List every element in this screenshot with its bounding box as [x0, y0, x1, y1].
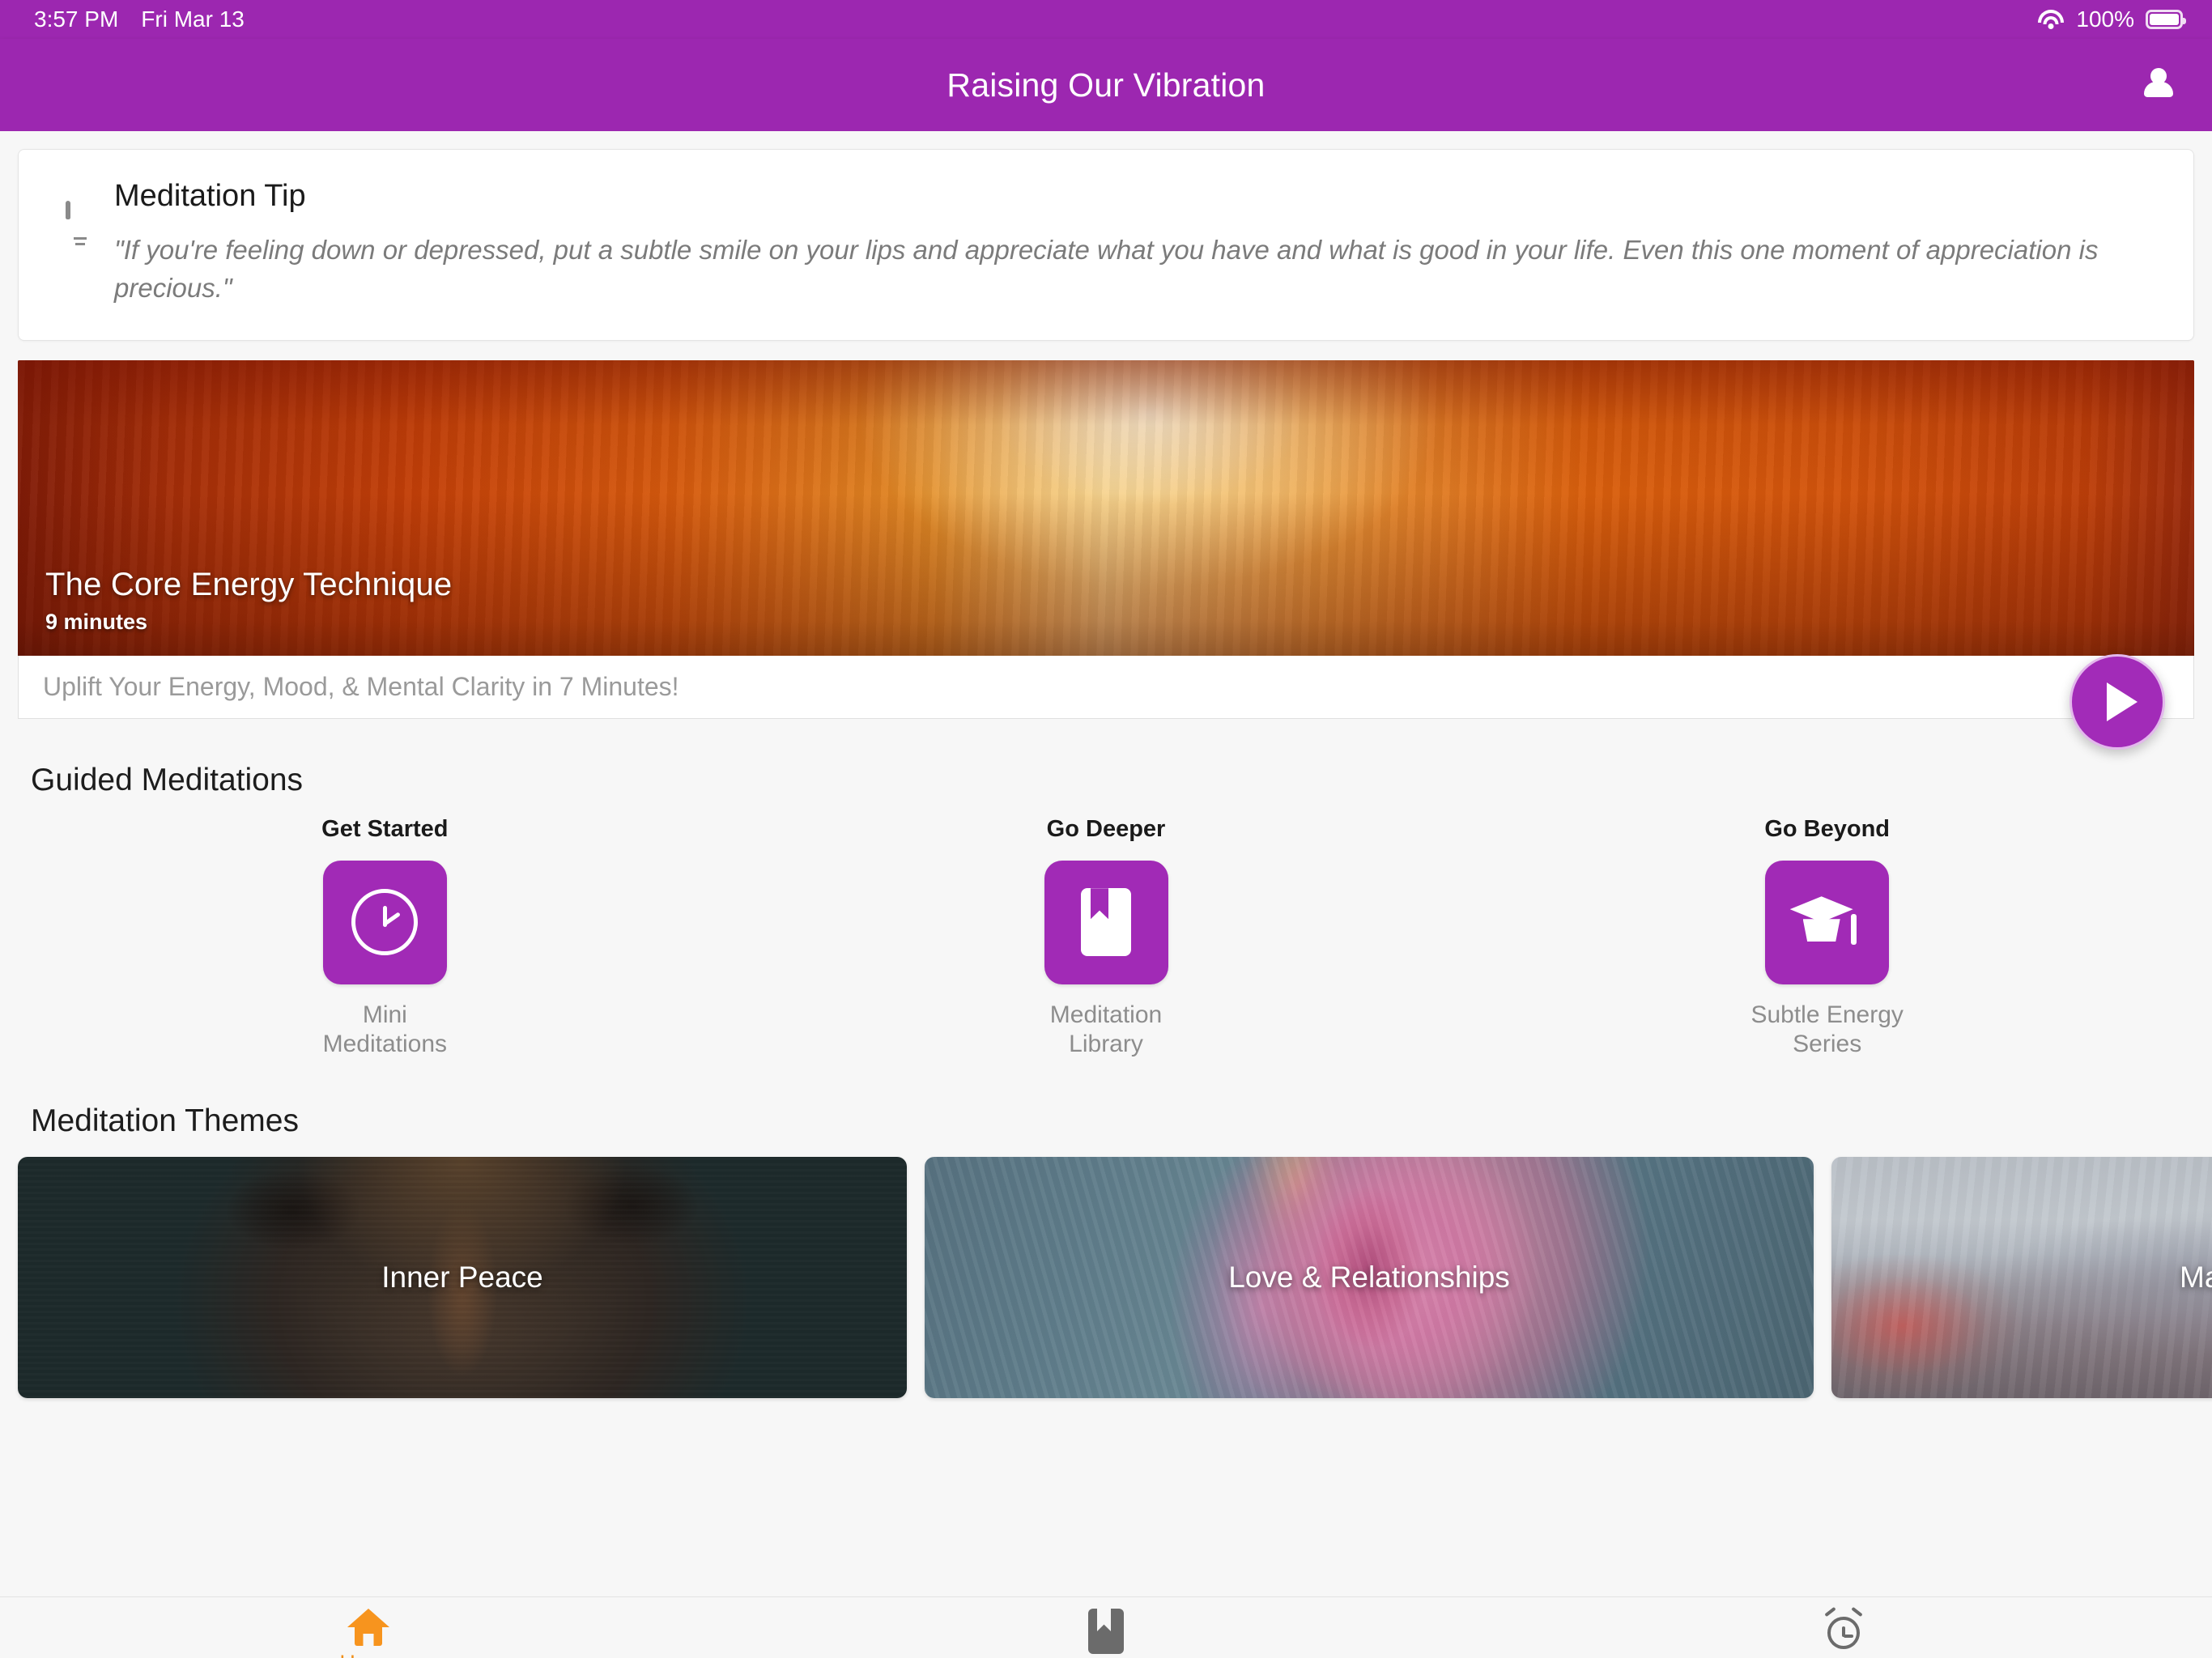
- category-tile[interactable]: [322, 860, 447, 984]
- meditation-tip-card[interactable]: Meditation Tip "If you're feeling down o…: [18, 149, 2194, 341]
- guided-meditations-heading: Guided Meditations: [31, 762, 304, 797]
- featured-duration: 9 minutes: [45, 609, 148, 634]
- status-bar-left: 3:57 PM Fri Mar 13: [34, 6, 245, 32]
- tip-quote: "If you're feeling down or depressed, pu…: [114, 235, 2099, 303]
- profile-button[interactable]: [2133, 59, 2184, 111]
- book-bookmark-icon: [1088, 1609, 1124, 1654]
- status-time: 3:57 PM: [34, 6, 119, 32]
- theme-card[interactable]: Ma: [1831, 1156, 2212, 1398]
- category-kicker: Go Beyond: [1764, 815, 1891, 842]
- category-kicker: Get Started: [321, 815, 449, 842]
- theme-label: Ma: [2180, 1260, 2212, 1294]
- theme-label: Inner Peace: [381, 1260, 543, 1294]
- home-icon: [347, 1609, 390, 1646]
- alarm-clock-icon: [1822, 1606, 1865, 1652]
- theme-label: Love & Relationships: [1228, 1260, 1510, 1294]
- clock-icon: [351, 889, 419, 956]
- category-kicker: Go Deeper: [1046, 815, 1166, 842]
- lightbulb-icon: [51, 179, 109, 308]
- category-label: Mini Meditations: [322, 1001, 448, 1058]
- category-mini-meditations[interactable]: Get Started Mini Meditations: [24, 816, 746, 1060]
- play-icon: [2106, 682, 2138, 721]
- tip-title: Meditation Tip: [114, 179, 306, 213]
- person-icon: [2141, 67, 2176, 103]
- category-label: Meditation Library: [1049, 1001, 1163, 1058]
- category-label: Subtle Energy Series: [1750, 1001, 1904, 1058]
- guided-meditations-row: Get Started Mini Meditations Go Deeper Me…: [0, 816, 2212, 1060]
- category-tile[interactable]: [1765, 860, 1890, 984]
- page-title: Raising Our Vibration: [946, 66, 1266, 104]
- meditation-themes-heading: Meditation Themes: [31, 1103, 299, 1138]
- app-bar: Raising Our Vibration: [0, 39, 2212, 131]
- meditation-themes-carousel[interactable]: Inner Peace Love & Relationships Ma: [0, 1156, 2212, 1398]
- featured-meditation-image: The Core Energy Technique 9 minutes: [18, 359, 2194, 656]
- status-date: Fri Mar 13: [141, 6, 245, 32]
- book-bookmark-icon: [1081, 888, 1131, 957]
- play-button[interactable]: [2069, 653, 2165, 750]
- category-subtle-energy-series[interactable]: Go Beyond Subtle Energy Series: [1466, 816, 2188, 1060]
- nav-tab-home[interactable]: Home: [0, 1609, 738, 1658]
- nav-tab-breathe[interactable]: Breathe: [1474, 1606, 2212, 1658]
- nav-tab-label: Home: [339, 1651, 398, 1658]
- main-scroll-area[interactable]: Meditation Tip "If you're feeling down o…: [0, 131, 2212, 1596]
- bottom-navigation: Home Library Breathe: [0, 1596, 2212, 1658]
- theme-card[interactable]: Inner Peace: [18, 1156, 907, 1398]
- featured-meditation-text: The Core Energy Technique 9 minutes: [45, 567, 452, 635]
- battery-full-icon: [2146, 10, 2186, 29]
- featured-caption: Uplift Your Energy, Mood, & Mental Clari…: [18, 655, 2194, 719]
- battery-percent-label: 100%: [2076, 6, 2134, 32]
- wifi-icon: [2037, 9, 2065, 30]
- category-tile[interactable]: [1044, 860, 1168, 984]
- tip-card-body: Meditation Tip "If you're feeling down o…: [109, 179, 2161, 308]
- status-bar-right: 100%: [2037, 6, 2186, 32]
- graduation-cap-icon: [1789, 891, 1866, 953]
- featured-title: The Core Energy Technique: [45, 566, 453, 602]
- featured-meditation-card[interactable]: The Core Energy Technique 9 minutes Upli…: [18, 359, 2194, 750]
- theme-card[interactable]: Love & Relationships: [925, 1156, 1814, 1398]
- nav-tab-library[interactable]: Library: [738, 1609, 1475, 1658]
- category-meditation-library[interactable]: Go Deeper Meditation Library: [746, 816, 1467, 1060]
- status-bar: 3:57 PM Fri Mar 13 100%: [0, 0, 2212, 39]
